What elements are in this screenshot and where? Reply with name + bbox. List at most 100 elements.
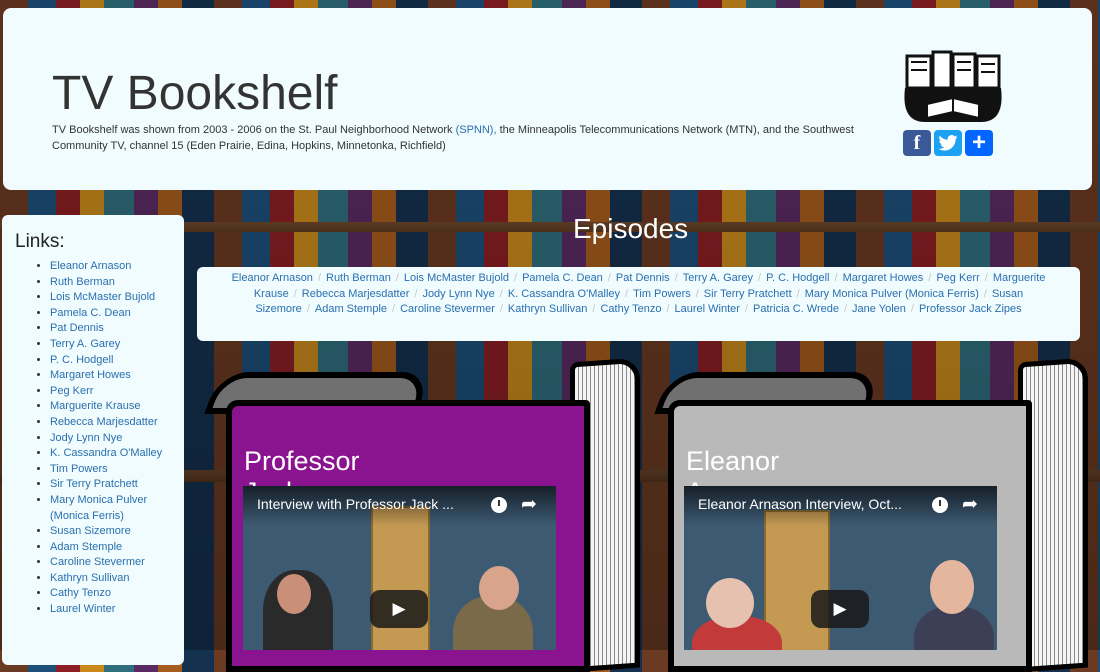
episode-separator: / <box>928 272 932 284</box>
watch-later-icon[interactable] <box>491 497 507 513</box>
sidebar-list-item: Terry A. Garey <box>50 337 170 353</box>
episode-separator: / <box>625 287 629 300</box>
sidebar-list-item: Kathryn Sullivan <box>50 571 170 587</box>
episode-nav: Eleanor Arnason / Ruth Berman / Lois McMaste… <box>197 267 1080 341</box>
episode-link[interactable]: Laurel Winter <box>675 303 740 315</box>
episode-separator: / <box>983 287 987 300</box>
video-player[interactable]: Interview with Professor Jack ... ➦ ▶ <box>243 486 556 650</box>
video-title[interactable]: Interview with Professor Jack ... <box>257 496 454 512</box>
video-bookshelf <box>371 506 430 650</box>
episode-link[interactable]: Terry A. Garey <box>683 272 753 284</box>
facebook-icon[interactable]: f <box>903 130 931 156</box>
sidebar-link[interactable]: Lois McMaster Bujold <box>50 291 155 303</box>
episode-separator: / <box>317 272 321 284</box>
spnn-link[interactable]: (SPNN), <box>456 124 497 136</box>
episode-separator: / <box>984 272 988 284</box>
episode-separator: / <box>607 272 611 284</box>
episode-separator: / <box>293 287 297 300</box>
sidebar-link[interactable]: Jody Lynn Nye <box>50 432 122 444</box>
episode-link[interactable]: Eleanor Arnason <box>232 272 313 284</box>
episode-separator: / <box>392 303 396 316</box>
episode-separator: / <box>758 272 762 284</box>
episode-separator: / <box>695 287 699 300</box>
episode-link[interactable]: Peg Kerr <box>936 272 979 284</box>
episode-link[interactable]: Tim Powers <box>633 288 691 300</box>
share-icon[interactable]: ➦ <box>962 493 978 516</box>
sidebar-link[interactable]: Rebecca Marjesdatter <box>50 416 158 428</box>
share-icon[interactable]: ➦ <box>521 493 537 516</box>
sidebar-link[interactable]: Mary Monica Pulver (Monica Ferris) <box>50 494 147 522</box>
watch-later-icon[interactable] <box>932 497 948 513</box>
episode-link[interactable]: Pamela C. Dean <box>522 272 603 284</box>
sidebar-list-item: Adam Stemple <box>50 540 170 556</box>
episode-link[interactable]: Ruth Berman <box>326 272 391 284</box>
episode-link[interactable]: Adam Stemple <box>315 303 387 315</box>
episode-link[interactable]: Lois McMaster Bujold <box>404 272 509 284</box>
episode-separator: / <box>744 303 748 316</box>
sidebar-link[interactable]: P. C. Hodgell <box>50 354 113 366</box>
sidebar-link[interactable]: Terry A. Garey <box>50 338 120 350</box>
twitter-icon[interactable] <box>934 130 962 156</box>
episode-separator: / <box>395 272 399 284</box>
sidebar-list-item: Eleanor Arnason <box>50 259 170 275</box>
episode-link[interactable]: K. Cassandra O'Malley <box>508 288 620 300</box>
sidebar-list-item: Marguerite Krause <box>50 399 170 415</box>
sidebar-link[interactable]: Tim Powers <box>50 463 108 475</box>
episode-link[interactable]: Pat Dennis <box>616 272 670 284</box>
sidebar-link[interactable]: Laurel Winter <box>50 603 115 615</box>
share-plus-icon[interactable]: + <box>965 129 993 156</box>
episode-separator: / <box>592 303 596 316</box>
site-description: TV Bookshelf was shown from 2003 - 2006 … <box>52 124 854 152</box>
sidebar-list-item: Cathy Tenzo <box>50 586 170 602</box>
sidebar-link[interactable]: Marguerite Krause <box>50 400 141 412</box>
episode-link[interactable]: Jane Yolen <box>852 303 906 315</box>
episode-link[interactable]: Margaret Howes <box>843 272 924 284</box>
sidebar-link[interactable]: K. Cassandra O'Malley <box>50 447 162 459</box>
sidebar-list-item: Ruth Berman <box>50 275 170 291</box>
sidebar-list-item: Lois McMaster Bujold <box>50 290 170 306</box>
episode-link[interactable]: Jody Lynn Nye <box>422 288 494 300</box>
episodes-heading: Episodes <box>573 213 689 244</box>
sidebar-list-item: Jody Lynn Nye <box>50 431 170 447</box>
sidebar-link[interactable]: Ruth Berman <box>50 276 115 288</box>
episode-separator: / <box>674 272 678 284</box>
sidebar-list-item: Tim Powers <box>50 462 170 478</box>
episode-separator: / <box>796 287 800 300</box>
episode-separator: / <box>499 303 503 316</box>
sidebar-link[interactable]: Sir Terry Pratchett <box>50 478 138 490</box>
episode-link[interactable]: Kathryn Sullivan <box>508 303 588 315</box>
play-icon[interactable]: ▶ <box>370 590 428 628</box>
sidebar-link[interactable]: Peg Kerr <box>50 385 93 397</box>
sidebar-list-item: Margaret Howes <box>50 368 170 384</box>
sidebar-link[interactable]: Eleanor Arnason <box>50 260 131 272</box>
video-title[interactable]: Eleanor Arnason Interview, Oct... <box>698 496 902 512</box>
sidebar-link[interactable]: Pat Dennis <box>50 322 104 334</box>
video-person-face <box>930 560 974 614</box>
sidebar-list-item: P. C. Hodgell <box>50 353 170 369</box>
share-buttons: f + <box>903 129 993 156</box>
video-player[interactable]: Eleanor Arnason Interview, Oct... ➦ ▶ <box>684 486 997 650</box>
sidebar-link[interactable]: Cathy Tenzo <box>50 587 111 599</box>
sidebar-list-item: Sir Terry Pratchett <box>50 477 170 493</box>
episode-link[interactable]: P. C. Hodgell <box>766 272 829 284</box>
sidebar-link[interactable]: Margaret Howes <box>50 369 131 381</box>
sidebar-link[interactable]: Pamela C. Dean <box>50 307 131 319</box>
episode-link[interactable]: Patricia C. Wrede <box>753 303 839 315</box>
episode-link[interactable]: Rebecca Marjesdatter <box>302 288 410 300</box>
sidebar-link[interactable]: Kathryn Sullivan <box>50 572 130 584</box>
episode-separator: / <box>843 303 848 316</box>
episode-link[interactable]: Caroline Stevermer <box>400 303 495 315</box>
episode-link[interactable]: Sir Terry Pratchett <box>704 288 792 300</box>
episode-separator: / <box>306 303 310 316</box>
episode-link[interactable]: Professor Jack Zipes <box>919 303 1022 315</box>
sidebar-link[interactable]: Adam Stemple <box>50 541 122 553</box>
sidebar-list-item: Pat Dennis <box>50 321 170 337</box>
video-person-face <box>479 566 519 610</box>
sidebar-list-item: K. Cassandra O'Malley <box>50 446 170 462</box>
episode-link[interactable]: Cathy Tenzo <box>600 303 661 315</box>
sidebar-link[interactable]: Susan Sizemore <box>50 525 131 537</box>
episode-link[interactable]: Mary Monica Pulver (Monica Ferris) <box>805 288 979 300</box>
play-icon[interactable]: ▶ <box>811 590 869 628</box>
sidebar-list-item: Caroline Stevermer <box>50 555 170 571</box>
sidebar-link[interactable]: Caroline Stevermer <box>50 556 145 568</box>
